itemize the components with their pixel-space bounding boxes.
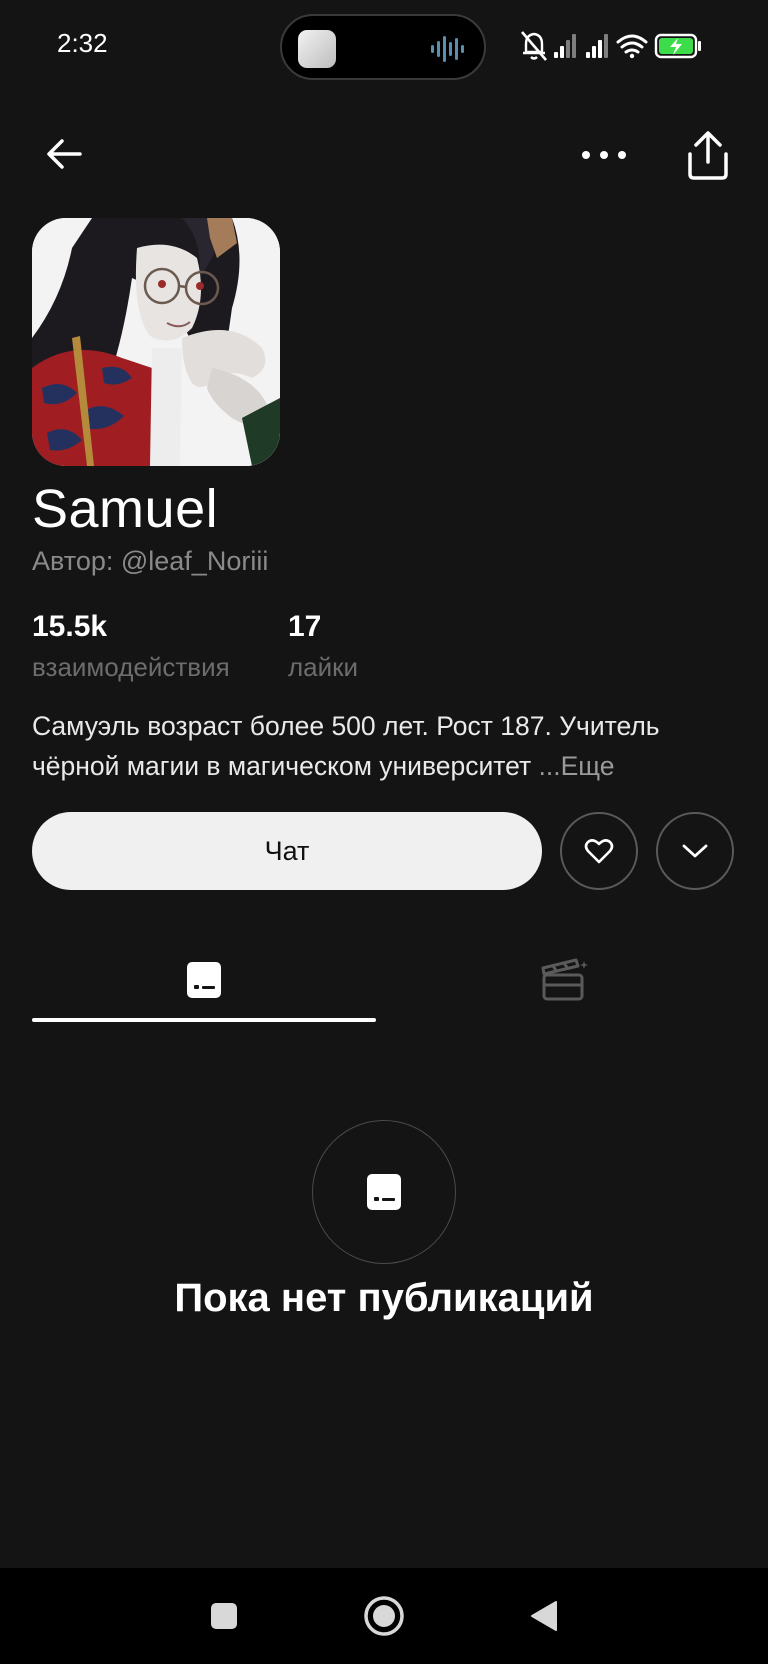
stat-likes: 17 лайки <box>288 608 358 686</box>
character-description: Самуэль возраст более 500 лет. Рост 187.… <box>32 706 732 786</box>
heart-icon <box>584 839 614 864</box>
stat-label: лайки <box>288 652 359 682</box>
audio-wave-icon <box>431 36 464 62</box>
stat-value: 17 <box>288 610 322 643</box>
recents-button[interactable] <box>198 1590 250 1642</box>
like-button[interactable] <box>560 812 638 890</box>
back-triangle-icon <box>531 1601 557 1631</box>
status-bar: 2:32 <box>0 0 768 96</box>
status-icons <box>521 31 701 61</box>
music-thumbnail-icon <box>298 30 336 68</box>
share-icon[interactable] <box>682 128 734 184</box>
author-link[interactable]: Автор: @leaf_Noriii <box>32 546 268 577</box>
empty-state-icon-circle <box>312 1120 456 1264</box>
tab-scenes[interactable] <box>392 940 736 1020</box>
empty-state-text: Пока нет публикаций <box>174 1276 594 1320</box>
dynamic-island[interactable] <box>280 14 486 80</box>
stat-label: взаимодействия <box>32 652 230 682</box>
signal-icon <box>586 34 608 58</box>
system-nav-bar <box>0 1568 768 1664</box>
battery-charging-icon <box>654 33 701 59</box>
more-dots-icon[interactable] <box>578 130 630 180</box>
character-avatar[interactable] <box>32 218 280 466</box>
description-line: Самуэль возраст более 500 лет. Рост 187.… <box>32 711 660 741</box>
status-time: 2:32 <box>57 28 108 58</box>
character-profile-screen: 2:32 Samuel Автор: @leaf_Noriii 15.5k вз… <box>0 0 768 1664</box>
tab-chats[interactable] <box>32 940 376 1020</box>
bell-off-icon <box>521 31 547 61</box>
expand-button[interactable] <box>656 812 734 890</box>
stat-interactions: 15.5k взаимодействия <box>32 608 230 686</box>
clapperboard-icon <box>541 958 588 1001</box>
back-arrow-icon[interactable] <box>40 130 90 180</box>
chat-bubble-icon <box>367 1174 401 1210</box>
active-tab-indicator <box>32 1018 376 1022</box>
more-link[interactable]: ...Еще <box>538 751 614 781</box>
description-line: чёрной магии в магическом университет ..… <box>32 746 732 786</box>
home-button[interactable] <box>358 1590 410 1642</box>
back-button[interactable] <box>518 1590 570 1642</box>
signal-icon <box>554 34 576 58</box>
home-circle-icon <box>364 1596 404 1636</box>
recents-square-icon <box>211 1603 237 1629</box>
avatar-illustration <box>32 218 280 466</box>
chevron-down-icon <box>682 844 708 858</box>
chat-button[interactable]: Чат <box>32 812 542 890</box>
wifi-icon <box>616 34 648 59</box>
description-text: чёрной магии в магическом университет <box>32 751 539 781</box>
character-name: Samuel <box>32 479 219 539</box>
chat-bubble-icon <box>187 962 221 998</box>
stat-value: 15.5k <box>32 610 108 643</box>
